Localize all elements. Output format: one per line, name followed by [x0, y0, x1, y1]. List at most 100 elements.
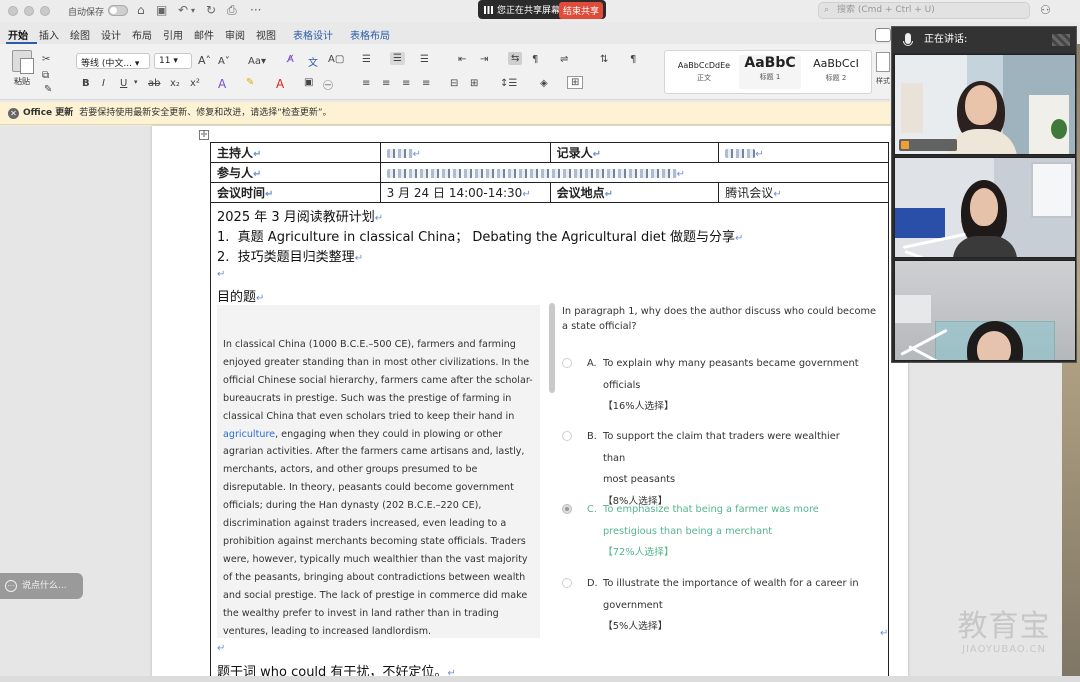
more-icon[interactable]: ··· [250, 3, 261, 17]
pilcrow-icon[interactable]: ¶ [630, 54, 636, 65]
format-painter-icon[interactable]: ✎ [44, 84, 52, 95]
asian-layout-icon[interactable]: ⇆ [508, 52, 523, 65]
column-icon[interactable]: ⊞ [470, 78, 478, 89]
align-left-icon[interactable]: ≡ [362, 78, 370, 89]
highlight-icon[interactable]: ✎ [246, 77, 254, 88]
tab-home[interactable]: 开始 [6, 22, 37, 44]
tab-layout[interactable]: 布局 [130, 22, 161, 44]
tab-design[interactable]: 设计 [99, 22, 130, 44]
line-spacing-icon[interactable]: ↕☰ [500, 78, 517, 89]
layout-grid-icon[interactable] [1052, 34, 1070, 46]
phonetic-guide-icon[interactable]: 文 [308, 54, 318, 69]
empty-paragraph[interactable]: ↵ [217, 266, 225, 281]
participants-label-cell[interactable]: 参与人↵ [210, 162, 381, 183]
font-size-select[interactable]: 11 ▾ [154, 53, 192, 69]
char-shading-icon[interactable]: ▣ [304, 77, 313, 88]
cut-icon[interactable]: ✂ [42, 54, 50, 65]
show-marks-icon[interactable]: ¶ [532, 54, 538, 65]
multilevel-list-icon[interactable]: ☰ [420, 54, 429, 65]
plan-item-2[interactable]: 2. 技巧类题目归类整理↵ [217, 246, 363, 265]
strikethrough-icon[interactable]: ab [148, 78, 160, 89]
time-value-cell[interactable]: 3 月 24 日 14:00-14:30↵ [379, 182, 551, 203]
tab-review[interactable]: 审阅 [223, 22, 254, 44]
align-right-icon[interactable]: ≡ [402, 78, 410, 89]
superscript-icon[interactable]: x² [190, 78, 200, 89]
print-icon[interactable]: ⎙ [227, 3, 237, 18]
home-icon[interactable]: ⌂ [137, 3, 145, 17]
undo-icon[interactable]: ↶ [178, 3, 188, 17]
style-normal[interactable]: AaBbCcDdEe 正文 [673, 55, 735, 89]
style-heading-2[interactable]: AaBbCcI 标题 2 [805, 55, 867, 89]
bold-icon[interactable]: B [82, 78, 90, 89]
style-heading-1[interactable]: AaBbC 标题 1 [739, 55, 801, 89]
close-window-button[interactable] [8, 6, 18, 16]
copy-icon[interactable]: ⧉ [42, 70, 49, 81]
return-mark: ↵ [735, 233, 744, 244]
underline-icon[interactable]: U [120, 78, 127, 89]
underline-dropdown-icon[interactable]: ▾ [134, 78, 138, 86]
styles-pane-label[interactable]: 样式窗格 [876, 76, 890, 86]
tab-mailings[interactable]: 邮件 [192, 22, 223, 44]
increase-indent-icon[interactable]: ⇥ [480, 54, 488, 65]
zoom-window-button[interactable] [40, 6, 50, 16]
participants-value-cell[interactable]: ↵ [379, 162, 890, 183]
redo-icon[interactable]: ↻ [206, 3, 216, 17]
change-case-icon[interactable]: Aa▾ [248, 56, 266, 67]
undo-dropdown-icon[interactable]: ▾ [191, 6, 195, 15]
styles-pane-icon[interactable] [876, 52, 890, 72]
chat-input[interactable]: ··· 说点什么... [0, 573, 83, 599]
place-label-cell[interactable]: 会议地点↵ [549, 182, 720, 203]
search-input[interactable]: ⌕ 搜索 (Cmd + Ctrl + U) [818, 2, 1030, 19]
text-effects-icon[interactable]: A [218, 77, 226, 91]
paste-button[interactable]: 粘贴 [8, 50, 36, 92]
numbering-icon[interactable]: ☰ [390, 52, 405, 65]
minimize-window-button[interactable] [24, 6, 34, 16]
host-value-cell[interactable]: ↵ [379, 142, 551, 163]
dismiss-update-icon[interactable]: ✕ [8, 108, 19, 119]
tab-table-design[interactable]: 表格设计 [285, 22, 342, 44]
host-label-cell[interactable]: 主持人↵ [210, 142, 381, 163]
comment-icon[interactable] [875, 28, 891, 42]
tab-insert[interactable]: 插入 [37, 22, 68, 44]
option-letter: B. [587, 431, 597, 442]
plan-title[interactable]: 2025 年 3 月阅读教研计划↵ [217, 206, 383, 225]
place-value-cell[interactable]: 腾讯会议↵ [718, 182, 889, 203]
shading-icon[interactable]: ◈ [540, 78, 548, 89]
autosave-toggle[interactable] [108, 5, 128, 16]
tab-table-layout[interactable]: 表格布局 [342, 22, 399, 44]
italic-icon[interactable]: I [102, 78, 105, 89]
font-name-select[interactable]: 等线 (中文... ▾ [76, 53, 150, 69]
justify-icon[interactable]: ≡ [422, 78, 430, 89]
time-label-cell[interactable]: 会议时间↵ [210, 182, 381, 203]
recorder-label-cell[interactable]: 记录人↵ [549, 142, 720, 163]
table-move-handle-icon[interactable]: ✛ [199, 130, 209, 140]
save-icon[interactable]: ▣ [156, 3, 167, 17]
line-direction-icon[interactable]: ⇌ [560, 54, 568, 65]
borders-icon[interactable]: ⊞ [567, 76, 584, 89]
decrease-indent-icon[interactable]: ⇤ [458, 54, 466, 65]
return-mark: ↵ [217, 269, 226, 280]
char-border-icon[interactable]: A▢ [328, 54, 344, 65]
recorder-value-cell[interactable]: ↵ [718, 142, 889, 163]
video-tile-1[interactable] [894, 54, 1076, 155]
distributed-icon[interactable]: ⊟ [450, 78, 458, 89]
sort-icon[interactable]: ⇅ [600, 54, 608, 65]
end-share-button[interactable]: 结束共享 [558, 2, 603, 19]
tab-draw[interactable]: 绘图 [68, 22, 99, 44]
subscript-icon[interactable]: x₂ [170, 78, 180, 89]
enclose-char-icon[interactable]: ㊀ [323, 77, 333, 92]
bullets-icon[interactable]: ☰ [362, 54, 371, 65]
tab-view[interactable]: 视图 [254, 22, 285, 44]
grow-font-icon[interactable]: A˄ [198, 54, 211, 67]
account-icon[interactable]: ⚇ [1040, 3, 1051, 17]
video-tile-3[interactable] [894, 260, 1076, 361]
plan-item-1[interactable]: 1. 真题 Agriculture in classical China； De… [217, 226, 743, 245]
align-center-icon[interactable]: ≡ [382, 78, 390, 89]
shrink-font-icon[interactable]: A˅ [218, 56, 230, 67]
microphone-icon[interactable] [903, 33, 913, 46]
clear-format-icon[interactable]: A̸ [287, 54, 294, 65]
video-tile-2[interactable] [894, 157, 1076, 258]
tab-references[interactable]: 引用 [161, 22, 192, 44]
section-title[interactable]: 目的题↵ [217, 286, 264, 305]
font-color-icon[interactable]: A [276, 77, 284, 91]
